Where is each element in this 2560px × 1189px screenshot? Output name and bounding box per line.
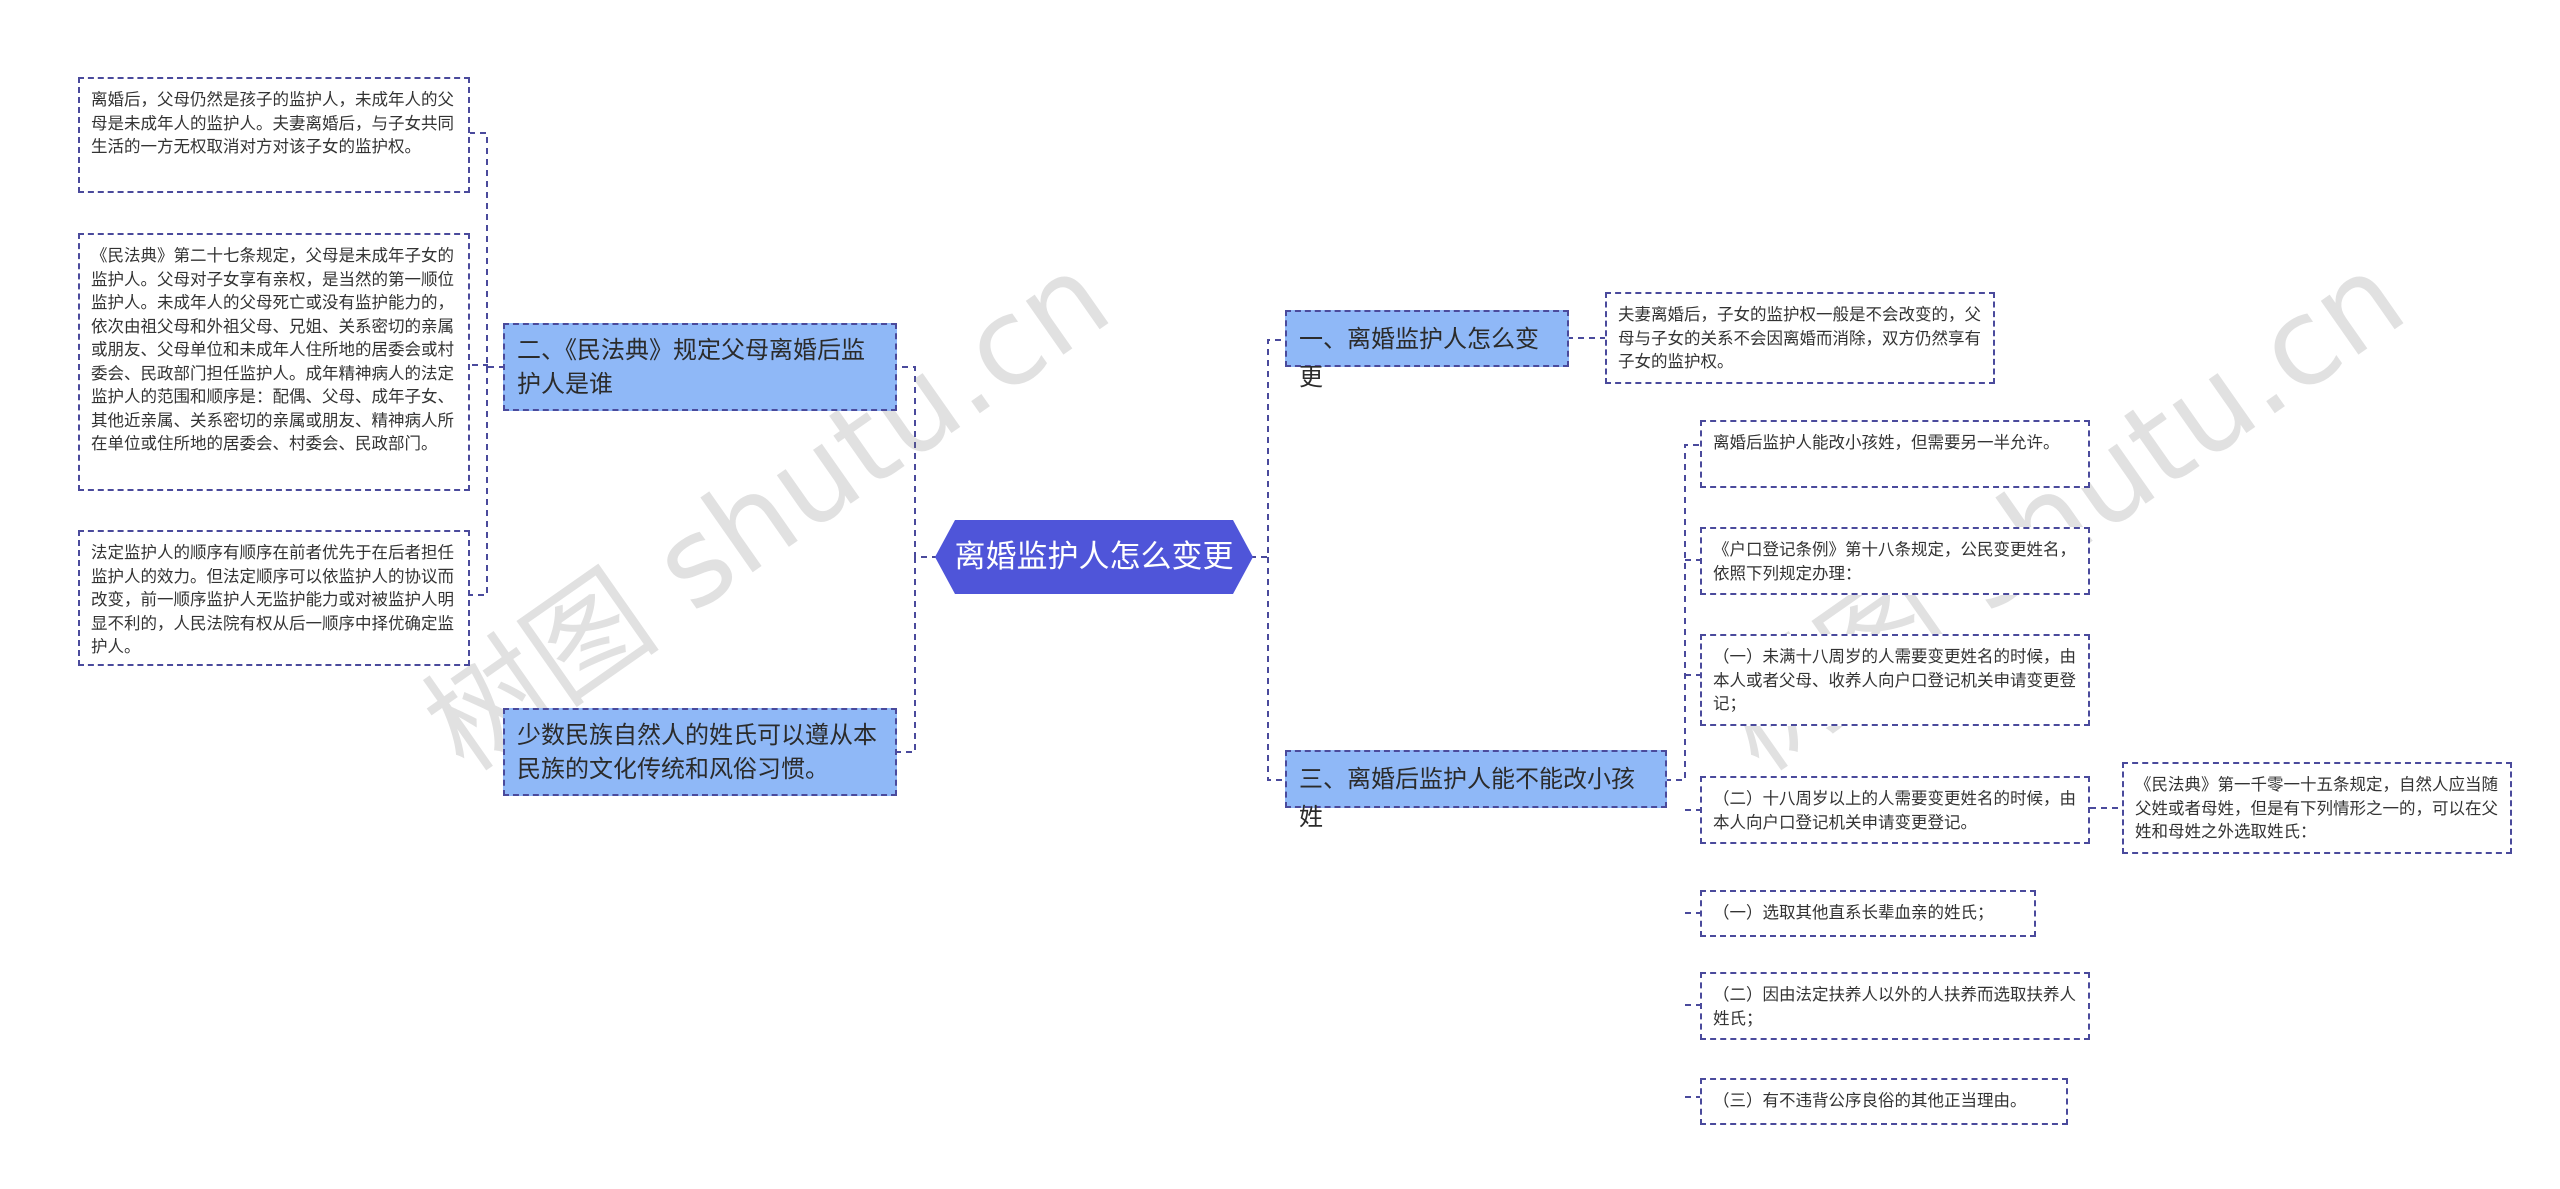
leaf-node-10[interactable]: （一）选取其他直系长辈血亲的姓氏； (1700, 890, 2036, 937)
leaf-node-11[interactable]: （二）因由法定扶养人以外的人扶养而选取扶养人姓氏； (1700, 972, 2090, 1040)
leaf-node-7[interactable]: （一）未满十八周岁的人需要变更姓名的时候，由本人或者父母、收养人向户口登记机关申… (1700, 634, 2090, 726)
leaf-node-4[interactable]: 法定监护人的顺序有顺序在前者优先于在后者担任监护人的效力。但法定顺序可以依监护人… (78, 530, 470, 666)
leaf-node-1[interactable]: 夫妻离婚后，子女的监护权一般是不会改变的，父母与子女的关系不会因离婚而消除，双方… (1605, 292, 1995, 384)
leaf-node-12[interactable]: （三）有不违背公序良俗的其他正当理由。 (1700, 1078, 2068, 1125)
branch-node-3[interactable]: 三、离婚后监护人能不能改小孩姓 (1285, 750, 1667, 831)
leaf-node-9[interactable]: 《民法典》第一千零一十五条规定，自然人应当随父姓或者母姓，但是有下列情形之一的，… (2122, 762, 2512, 854)
leaf-node-2[interactable]: 离婚后，父母仍然是孩子的监护人，未成年人的父母是未成年人的监护人。夫妻离婚后，与… (78, 77, 470, 193)
leaf-node-3[interactable]: 《民法典》第二十七条规定，父母是未成年子女的监护人。父母对子女享有亲权，是当然的… (78, 233, 470, 491)
leaf-node-8[interactable]: （二）十八周岁以上的人需要变更姓名的时候，由本人向户口登记机关申请变更登记。 (1700, 776, 2090, 844)
root-node[interactable]: 离婚监护人怎么变更 (935, 520, 1253, 594)
branch-node-2[interactable]: 二、《民法典》规定父母离婚后监护人是谁 (503, 323, 897, 411)
leaf-node-5[interactable]: 离婚后监护人能改小孩姓，但需要另一半允许。 (1700, 420, 2090, 488)
leaf-node-6[interactable]: 《户口登记条例》第十八条规定，公民变更姓名，依照下列规定办理： (1700, 527, 2090, 595)
branch-node-1[interactable]: 一、离婚监护人怎么变更 (1285, 310, 1569, 391)
branch-node-4[interactable]: 少数民族自然人的姓氏可以遵从本民族的文化传统和风俗习惯。 (503, 708, 897, 796)
